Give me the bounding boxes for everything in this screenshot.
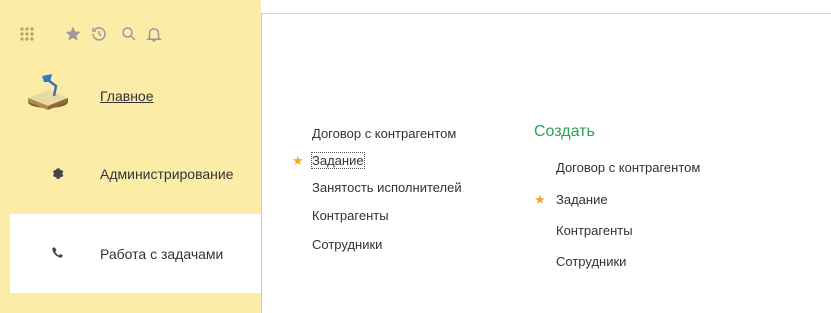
desk-lamp-icon	[26, 72, 70, 117]
sidebar-item-label: Работа с задачами	[100, 246, 224, 262]
list-item[interactable]: Сотрудники	[312, 237, 382, 252]
sidebar-item-administration[interactable]: Администрирование	[10, 136, 261, 214]
phone-icon	[50, 246, 64, 265]
create-list-item[interactable]: Задание	[556, 192, 608, 207]
list-item[interactable]: Договор с контрагентом	[312, 126, 456, 141]
sidebar-item-tasks[interactable]: Работа с задачами	[10, 214, 261, 293]
grid-icon[interactable]	[16, 23, 38, 45]
sidebar-item-label: Главное	[100, 88, 154, 104]
bell-icon[interactable]	[143, 23, 165, 45]
search-icon[interactable]	[118, 23, 140, 45]
create-list-item[interactable]: Договор с контрагентом	[556, 160, 700, 175]
sidebar-item-main[interactable]: Главное	[10, 58, 261, 136]
create-list-item[interactable]: Контрагенты	[556, 223, 633, 238]
list-item[interactable]: Задание	[311, 152, 365, 169]
create-section-title: Создать	[534, 123, 595, 140]
star-icon[interactable]	[62, 23, 84, 45]
list-item[interactable]: Занятость исполнителей	[312, 180, 462, 195]
gear-icon	[50, 166, 64, 185]
sidebar-item-label: Администрирование	[100, 166, 234, 182]
create-list-item[interactable]: Сотрудники	[556, 254, 626, 269]
sidebar-divider	[261, 13, 262, 313]
list-item[interactable]: Контрагенты	[312, 208, 389, 223]
star-icon: ★	[292, 153, 304, 168]
sidebar-toolbar	[10, 13, 261, 55]
history-icon[interactable]	[88, 23, 110, 45]
top-divider	[262, 13, 831, 14]
star-icon: ★	[534, 192, 546, 207]
